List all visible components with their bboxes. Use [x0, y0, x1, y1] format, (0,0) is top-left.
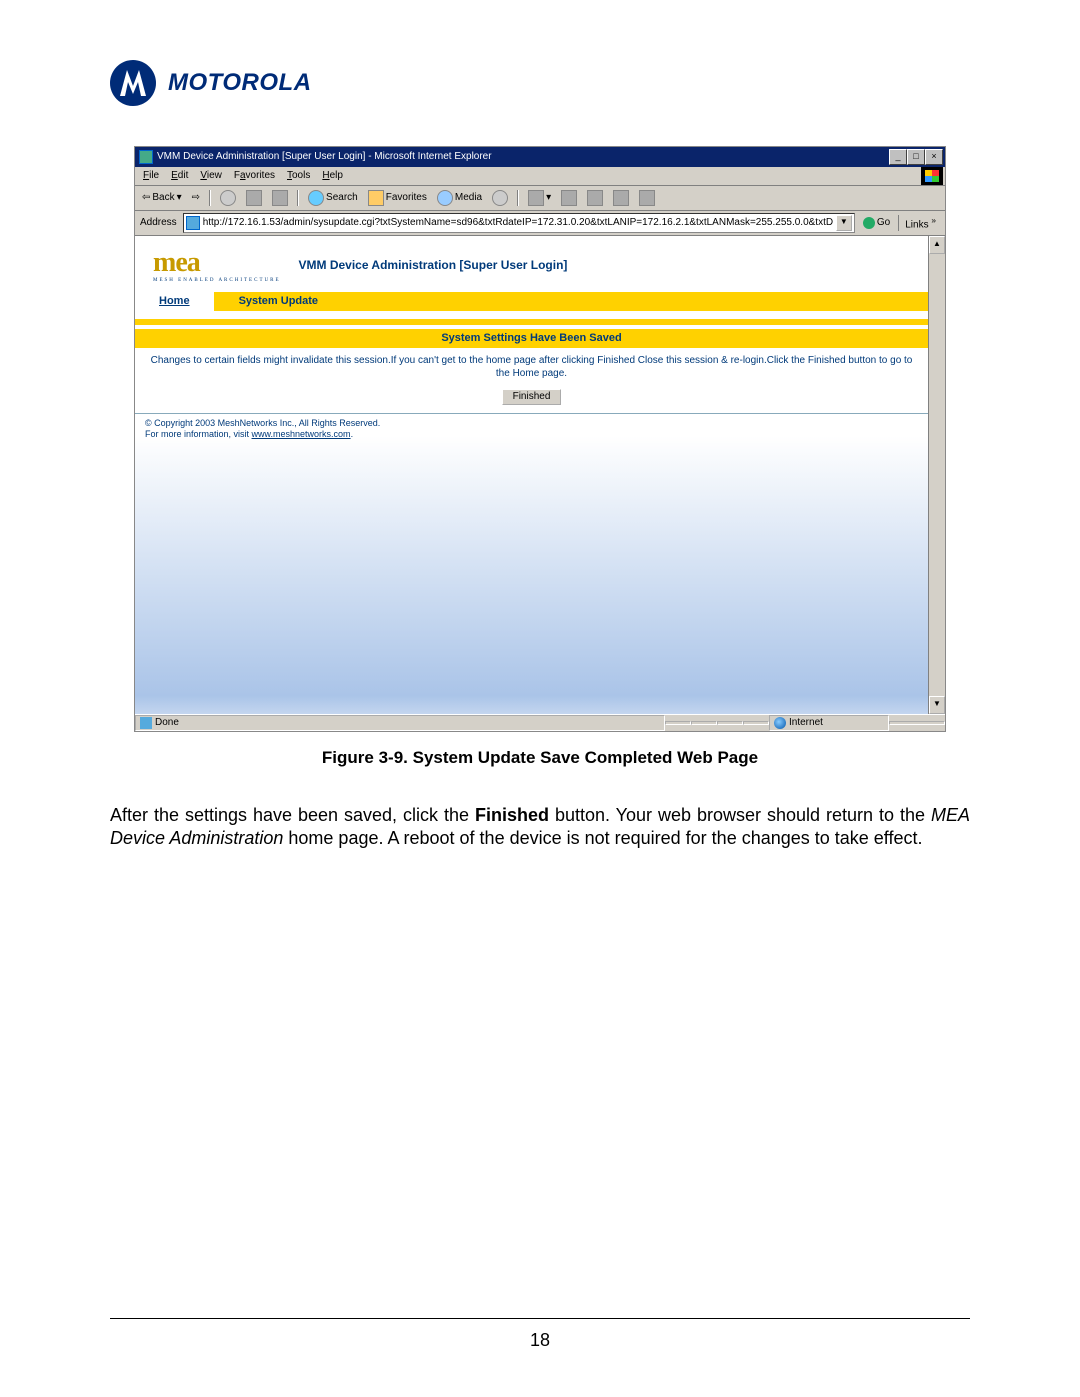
menu-edit[interactable]: Edit [165, 168, 194, 184]
refresh-button[interactable] [243, 189, 265, 207]
copyright: © Copyright 2003 MeshNetworks Inc., All … [145, 418, 918, 429]
finished-button[interactable]: Finished [502, 389, 562, 405]
mea-logo: mea MESH ENABLED ARCHITECTURE [153, 246, 281, 284]
save-message: Changes to certain fields might invalida… [135, 348, 928, 387]
vertical-scrollbar[interactable]: ▲ ▼ [928, 236, 945, 714]
extra-button[interactable] [636, 189, 658, 207]
zone-label: Internet [789, 717, 823, 729]
toolbar: ⇦ Back ▾ ⇨ Search Favorites Media ▾ [135, 186, 945, 211]
page-number: 18 [0, 1330, 1080, 1351]
menu-help[interactable]: Help [316, 168, 349, 184]
window-titlebar: VMM Device Administration [Super User Lo… [135, 147, 945, 167]
menubar: FFileile Edit View Favorites Tools Help [135, 167, 945, 186]
edit-button[interactable] [584, 189, 606, 207]
scroll-down-icon[interactable]: ▼ [929, 696, 945, 714]
ie-window: VMM Device Administration [Super User Lo… [134, 146, 946, 732]
scroll-up-icon[interactable]: ▲ [929, 236, 945, 254]
status-bar: Done Internet [135, 714, 945, 731]
address-dropdown-icon[interactable]: ▼ [836, 215, 852, 231]
window-close-button[interactable]: × [925, 149, 943, 165]
window-title: VMM Device Administration [Super User Lo… [157, 151, 492, 163]
zone-icon [774, 717, 786, 729]
menu-view[interactable]: View [194, 168, 228, 184]
links-label[interactable]: Links » [898, 215, 942, 231]
moreinfo-link[interactable]: www.meshnetworks.com [252, 429, 351, 439]
back-button[interactable]: ⇦ Back ▾ [139, 191, 185, 205]
content-footer: © Copyright 2003 MeshNetworks Inc., All … [135, 414, 928, 444]
window-min-button[interactable]: _ [889, 149, 907, 165]
favorites-button[interactable]: Favorites [365, 189, 430, 207]
brand-header: MOTOROLA [110, 60, 970, 106]
home-button[interactable] [269, 189, 291, 207]
address-label: Address [138, 217, 179, 229]
window-max-button[interactable]: □ [907, 149, 925, 165]
tab-system-update[interactable]: System Update [215, 292, 342, 311]
page-content: mea MESH ENABLED ARCHITECTURE VMM Device… [135, 236, 928, 714]
address-input[interactable]: http://172.16.1.53/admin/sysupdate.cgi?t… [183, 213, 855, 233]
status-page-icon [140, 717, 152, 729]
motorola-wordmark: MOTOROLA [168, 69, 312, 97]
page-title: VMM Device Administration [Super User Lo… [299, 258, 568, 272]
stop-button[interactable] [217, 189, 239, 207]
go-icon [863, 217, 875, 229]
tab-home[interactable]: Home [135, 292, 215, 311]
ie-throbber-icon [921, 167, 943, 185]
menu-file[interactable]: FFileile [137, 168, 165, 184]
moreinfo-suffix: . [351, 429, 354, 439]
motorola-logo-icon [110, 60, 156, 106]
figure-caption: Figure 3-9. System Update Save Completed… [110, 748, 970, 768]
forward-button[interactable]: ⇨ [189, 191, 203, 205]
ie-icon [139, 150, 153, 164]
menu-favorites[interactable]: Favorites [228, 168, 281, 184]
saved-banner: System Settings Have Been Saved [135, 329, 928, 348]
discuss-button[interactable] [610, 189, 632, 207]
status-text: Done [155, 717, 179, 729]
address-bar: Address http://172.16.1.53/admin/sysupda… [135, 211, 945, 236]
print-button[interactable] [558, 189, 580, 207]
menu-tools[interactable]: Tools [281, 168, 316, 184]
tab-bar: Home System Update [135, 292, 928, 311]
address-url: http://172.16.1.53/admin/sysupdate.cgi?t… [203, 217, 833, 229]
footer-rule [110, 1318, 970, 1319]
moreinfo-prefix: For more information, visit [145, 429, 252, 439]
search-button[interactable]: Search [305, 189, 361, 207]
body-paragraph: After the settings have been saved, clic… [110, 804, 970, 849]
media-button[interactable]: Media [434, 189, 485, 207]
go-button[interactable]: Go [859, 217, 894, 229]
mail-button[interactable]: ▾ [525, 189, 554, 207]
history-button[interactable] [489, 189, 511, 207]
page-icon [186, 216, 200, 230]
